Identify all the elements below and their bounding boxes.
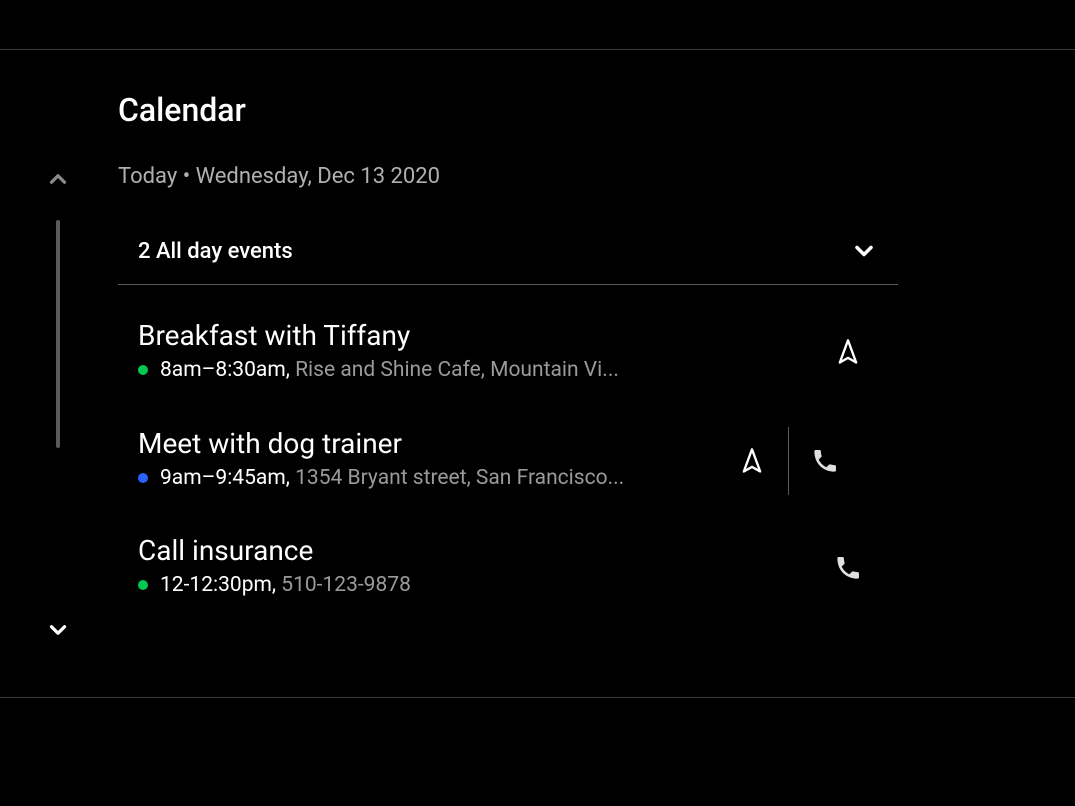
calendar-color-dot — [138, 365, 148, 375]
event-row[interactable]: Call insurance 12-12:30pm, 510-123-9878 — [138, 534, 411, 597]
navigate-button[interactable] — [716, 425, 788, 497]
scroll-down-button[interactable] — [42, 614, 74, 646]
event-subtitle: 9am–9:45am, 1354 Bryant street, San Fran… — [138, 466, 624, 490]
event-title: Meet with dog trainer — [138, 427, 624, 460]
chevron-up-icon — [45, 166, 71, 192]
event-actions — [812, 532, 884, 604]
call-button[interactable] — [812, 532, 884, 604]
list-divider — [118, 284, 898, 285]
event-time: 9am–9:45am, — [160, 466, 290, 490]
expand-allday-icon — [850, 237, 878, 265]
event-title: Breakfast with Tiffany — [138, 319, 619, 352]
event-title: Call insurance — [138, 534, 411, 567]
chevron-down-icon — [45, 617, 71, 643]
page-title: Calendar — [118, 91, 246, 129]
all-day-events-row[interactable]: 2 All day events — [118, 218, 898, 284]
event-location: 510-123-9878 — [281, 573, 411, 597]
call-button[interactable] — [789, 425, 861, 497]
event-subtitle: 8am–8:30am, Rise and Shine Cafe, Mountai… — [138, 358, 619, 382]
event-time: 12-12:30pm, — [160, 573, 276, 597]
phone-icon — [811, 447, 839, 475]
top-divider — [0, 49, 1075, 50]
event-row[interactable]: Breakfast with Tiffany 8am–8:30am, Rise … — [138, 319, 619, 382]
chevron-down-icon — [850, 237, 878, 265]
event-actions — [716, 425, 861, 497]
event-location: Rise and Shine Cafe, Mountain Vi... — [295, 358, 619, 382]
scroll-indicator — [56, 220, 60, 448]
event-location: 1354 Bryant street, San Francisco... — [295, 466, 624, 490]
navigation-icon — [738, 447, 766, 475]
scroll-up-button[interactable] — [42, 163, 74, 195]
phone-icon — [834, 554, 862, 582]
event-subtitle: 12-12:30pm, 510-123-9878 — [138, 573, 411, 597]
event-actions — [812, 316, 884, 388]
event-time: 8am–8:30am, — [160, 358, 290, 382]
navigation-icon — [834, 338, 862, 366]
bottom-divider — [0, 697, 1075, 698]
calendar-color-dot — [138, 580, 148, 590]
event-row[interactable]: Meet with dog trainer 9am–9:45am, 1354 B… — [138, 427, 624, 490]
calendar-color-dot — [138, 473, 148, 483]
navigate-button[interactable] — [812, 316, 884, 388]
date-subtitle: Today • Wednesday, Dec 13 2020 — [118, 164, 440, 189]
all-day-events-label: 2 All day events — [138, 239, 293, 264]
